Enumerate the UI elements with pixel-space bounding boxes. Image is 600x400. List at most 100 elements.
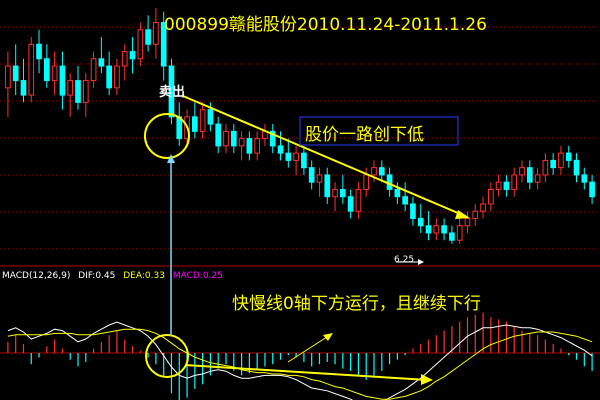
candle-body: [550, 159, 556, 169]
candle: [433, 218, 440, 241]
candle: [246, 131, 253, 161]
candle: [449, 225, 455, 244]
candle-body: [230, 130, 237, 147]
candle: [425, 211, 432, 241]
candle: [254, 131, 260, 161]
candle-body: [573, 159, 580, 176]
candle: [145, 15, 151, 52]
candle: [363, 167, 370, 197]
candle: [230, 124, 237, 154]
candle: [581, 167, 588, 190]
candle: [129, 37, 136, 74]
candle-body: [207, 109, 214, 125]
candle-body: [526, 167, 533, 183]
candle: [137, 22, 144, 67]
candle-body: [495, 181, 502, 190]
candle-body: [246, 138, 253, 154]
macd-note: 快慢线0轴下方运行，且继续下行: [232, 294, 481, 314]
candle-body: [488, 188, 494, 205]
candle: [316, 167, 323, 197]
candle-body: [285, 152, 292, 161]
candle-body: [371, 167, 377, 176]
candle: [44, 44, 50, 88]
candle-body: [581, 174, 588, 183]
candle-body: [355, 188, 362, 212]
candle-body: [90, 58, 97, 82]
candle: [410, 196, 416, 226]
candle-body: [410, 203, 416, 219]
candle: [472, 203, 479, 226]
candle-body: [106, 65, 112, 89]
candle: [215, 116, 222, 154]
candle: [347, 189, 354, 219]
candle-body: [199, 109, 206, 132]
candle-body: [425, 225, 432, 234]
candle: [114, 58, 120, 96]
candle-body: [254, 138, 260, 154]
candle-body: [589, 181, 595, 198]
candle-body: [5, 65, 11, 89]
candle: [106, 51, 112, 96]
candle: [98, 37, 105, 74]
candle-body: [449, 232, 455, 241]
candle: [355, 182, 362, 219]
candle-body: [301, 152, 307, 169]
candle: [558, 145, 564, 175]
candle: [573, 153, 580, 183]
candle: [503, 174, 510, 197]
candle-body: [12, 65, 19, 82]
chart-canvas: [0, 8, 600, 400]
candle: [488, 182, 494, 212]
candle: [332, 182, 338, 212]
low-marker-arrowhead: [418, 259, 424, 265]
trend-label: 股价一路创下低: [305, 125, 424, 145]
candle-body: [121, 51, 128, 67]
candle: [534, 167, 541, 190]
candle-body: [114, 65, 120, 89]
candle-body: [44, 58, 50, 82]
candle: [550, 153, 556, 175]
dea-line: [7, 328, 593, 400]
candle-body: [542, 159, 549, 176]
candle-body: [456, 225, 463, 241]
candle: [495, 174, 502, 197]
candle-body: [378, 167, 385, 176]
macd-header: MACD(12,26,9) DIF:0.45 DEA:0.33 MACD:0.2…: [2, 271, 228, 281]
candle-body: [472, 210, 479, 219]
candle: [20, 58, 27, 103]
candle-body: [238, 138, 245, 147]
candle: [589, 174, 595, 204]
candle-body: [277, 145, 284, 154]
candle: [5, 51, 11, 117]
macd-small-arrow-head: [323, 333, 333, 341]
candle-body: [67, 80, 74, 96]
candle-body: [394, 188, 401, 198]
candle-body: [519, 167, 525, 176]
candle-body: [308, 167, 315, 183]
candle-body: [28, 43, 35, 96]
candle-body: [558, 152, 564, 169]
candle-body: [215, 123, 222, 147]
candle-body: [464, 217, 471, 227]
candle: [542, 153, 549, 183]
candle: [67, 73, 74, 117]
macd-indicator-name: MACD(12,26,9): [2, 271, 71, 281]
candle-body: [82, 80, 89, 103]
candle: [456, 218, 463, 244]
candle: [519, 160, 525, 183]
candle-body: [129, 51, 136, 60]
chart-title: 000899赣能股份2010.11.24-2011.1.26: [164, 15, 487, 35]
candle-body: [145, 29, 151, 45]
candle-body: [433, 225, 440, 234]
dif-value: DIF:0.45: [78, 271, 116, 281]
candle-body: [59, 65, 66, 96]
candle: [75, 66, 81, 110]
candle: [340, 174, 346, 204]
macd-circle: [145, 334, 189, 378]
candle-body: [363, 174, 370, 190]
candle: [464, 211, 471, 233]
candle: [402, 182, 408, 212]
candle: [199, 102, 206, 139]
trend-arrow-line: [182, 95, 466, 217]
sell-label: 卖出: [159, 85, 186, 100]
